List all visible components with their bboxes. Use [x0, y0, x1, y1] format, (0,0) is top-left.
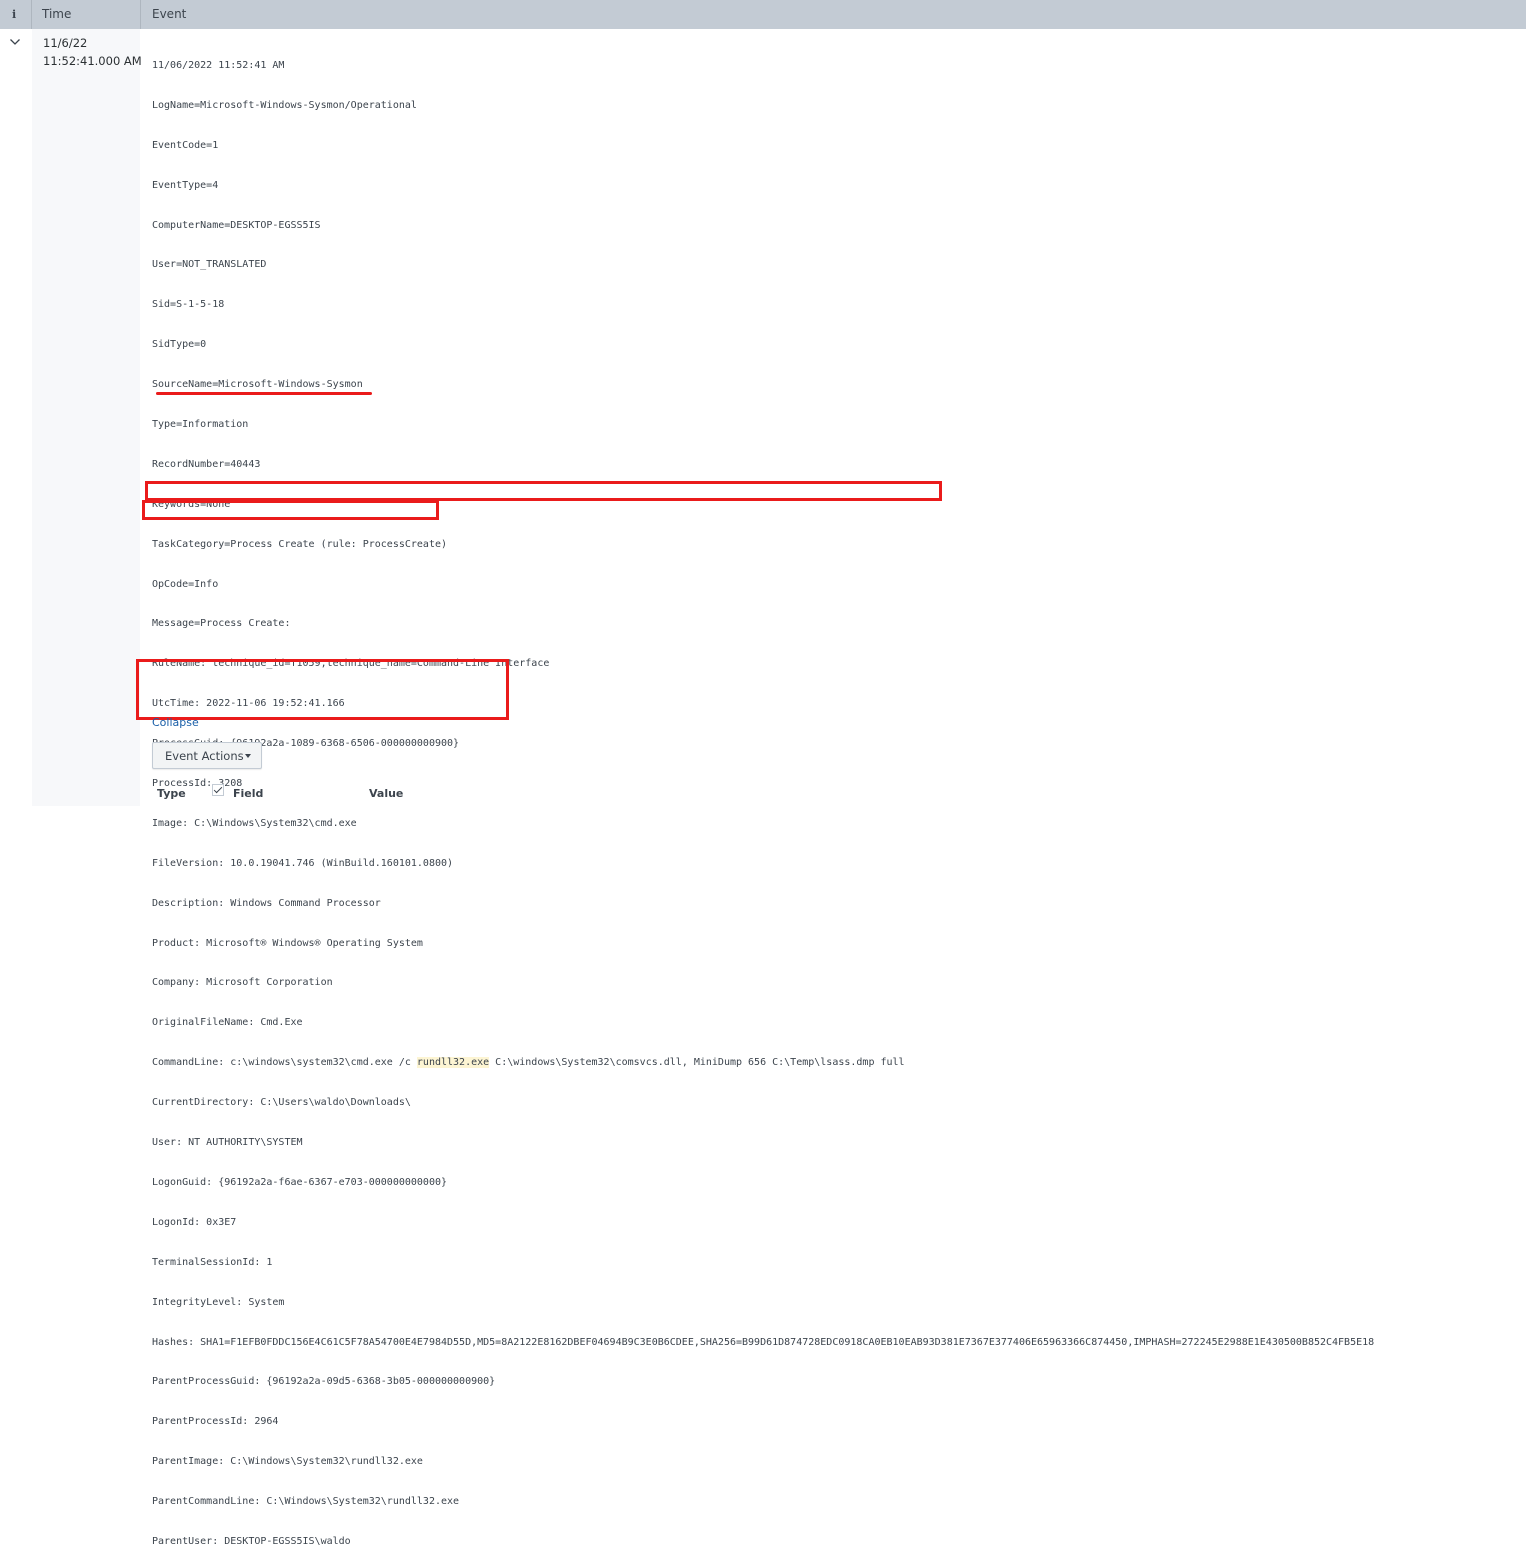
search-term-highlight[interactable]: rundll32.exe	[416, 1057, 490, 1069]
type-column-header[interactable]: Type	[157, 787, 186, 800]
event-line: LogonGuid: {96192a2a-f6ae-6367-e703-0000…	[152, 1176, 448, 1188]
event-line: TerminalSessionId: 1	[152, 1256, 273, 1268]
event-line: ParentProcessGuid: {96192a2a-09d5-6368-3…	[152, 1376, 496, 1388]
event-line: UtcTime: 2022-11-06 19:52:41.166	[152, 698, 345, 710]
event-column-header[interactable]: Event	[152, 7, 186, 21]
event-line: EventCode=1	[152, 139, 219, 151]
select-all-checkbox[interactable]	[212, 784, 224, 796]
collapse-link[interactable]: Collapse	[152, 716, 199, 729]
event-line: Message=Process Create:	[152, 618, 291, 630]
event-line: ParentProcessId: 2964	[152, 1416, 279, 1428]
event-actions-button[interactable]: Event Actions	[152, 742, 262, 769]
info-icon: i	[12, 8, 17, 21]
field-column-header[interactable]: Field	[233, 787, 263, 800]
time-column-background	[32, 29, 140, 806]
event-line: LogName=Microsoft-Windows-Sysmon/Operati…	[152, 99, 417, 111]
event-line: ProcessGuid: {96192a2a-1089-6368-6506-00…	[152, 738, 460, 750]
event-time: 11:52:41.000 AM	[43, 54, 142, 68]
event-line: LogonId: 0x3E7	[152, 1216, 237, 1228]
event-line: User=NOT_TRANSLATED	[152, 259, 267, 271]
commandline-suffix: C:\windows\System32\comsvcs.dll, MiniDum…	[489, 1057, 905, 1069]
event-line: Type=Information	[152, 419, 249, 431]
caret-down-icon	[245, 754, 251, 758]
event-line: SidType=0	[152, 339, 207, 351]
results-table-header: i Time Event	[0, 0, 1526, 29]
event-actions-label: Event Actions	[165, 749, 244, 763]
event-line: Company: Microsoft Corporation	[152, 977, 333, 989]
event-line: RecordNumber=40443	[152, 458, 261, 470]
hashes-line: Hashes: SHA1=F1EFB0FDDC156E4C61C5F78A547…	[152, 1336, 1375, 1348]
currentdirectory-line: CurrentDirectory: C:\Users\waldo\Downloa…	[152, 1097, 411, 1109]
event-line: TaskCategory=Process Create (rule: Proce…	[152, 538, 448, 550]
parentcommandline-line: ParentCommandLine: C:\Windows\System32\r…	[152, 1496, 460, 1508]
image-line: Image: C:\Windows\System32\cmd.exe	[152, 817, 357, 829]
event-line: EventType=4	[152, 179, 219, 191]
commandline-line: CommandLine: c:\windows\system32\cmd.exe…	[152, 1056, 1374, 1074]
event-line: Keywords=None	[152, 498, 231, 510]
event-line: Description: Windows Command Processor	[152, 897, 381, 909]
event-line: FileVersion: 10.0.19041.746 (WinBuild.16…	[152, 857, 454, 869]
value-column-header[interactable]: Value	[369, 787, 403, 800]
commandline-prefix: CommandLine: c:\windows\system32\cmd.exe…	[152, 1057, 417, 1069]
event-date: 11/6/22	[43, 36, 88, 50]
parentuser-line: ParentUser: DESKTOP-EGSS5IS\waldo	[152, 1535, 351, 1547]
time-column-header[interactable]: Time	[32, 0, 141, 29]
event-line: User: NT AUTHORITY\SYSTEM	[152, 1137, 303, 1149]
event-line: 11/06/2022 11:52:41 AM	[152, 60, 285, 71]
event-line: ComputerName=DESKTOP-EGSS5IS	[152, 219, 321, 231]
event-line: ProcessId: 3208	[152, 778, 243, 790]
info-column-header[interactable]: i	[0, 0, 32, 29]
event-line: OpCode=Info	[152, 578, 219, 590]
chevron-down-icon[interactable]	[9, 36, 21, 48]
image-underline-annotation	[156, 392, 372, 395]
parentimage-line: ParentImage: C:\Windows\System32\rundll3…	[152, 1456, 423, 1468]
event-line: RuleName: technique_id=T1059,technique_n…	[152, 658, 550, 670]
event-line: Sid=S-1-5-18	[152, 299, 225, 311]
event-line: IntegrityLevel: System	[152, 1296, 285, 1308]
event-line: Product: Microsoft® Windows® Operating S…	[152, 937, 423, 949]
time-header-label: Time	[42, 7, 72, 21]
event-line: OriginalFileName: Cmd.Exe	[152, 1017, 303, 1029]
event-raw-text: 11/06/2022 11:52:41 AM LogName=Microsoft…	[152, 37, 1374, 1564]
